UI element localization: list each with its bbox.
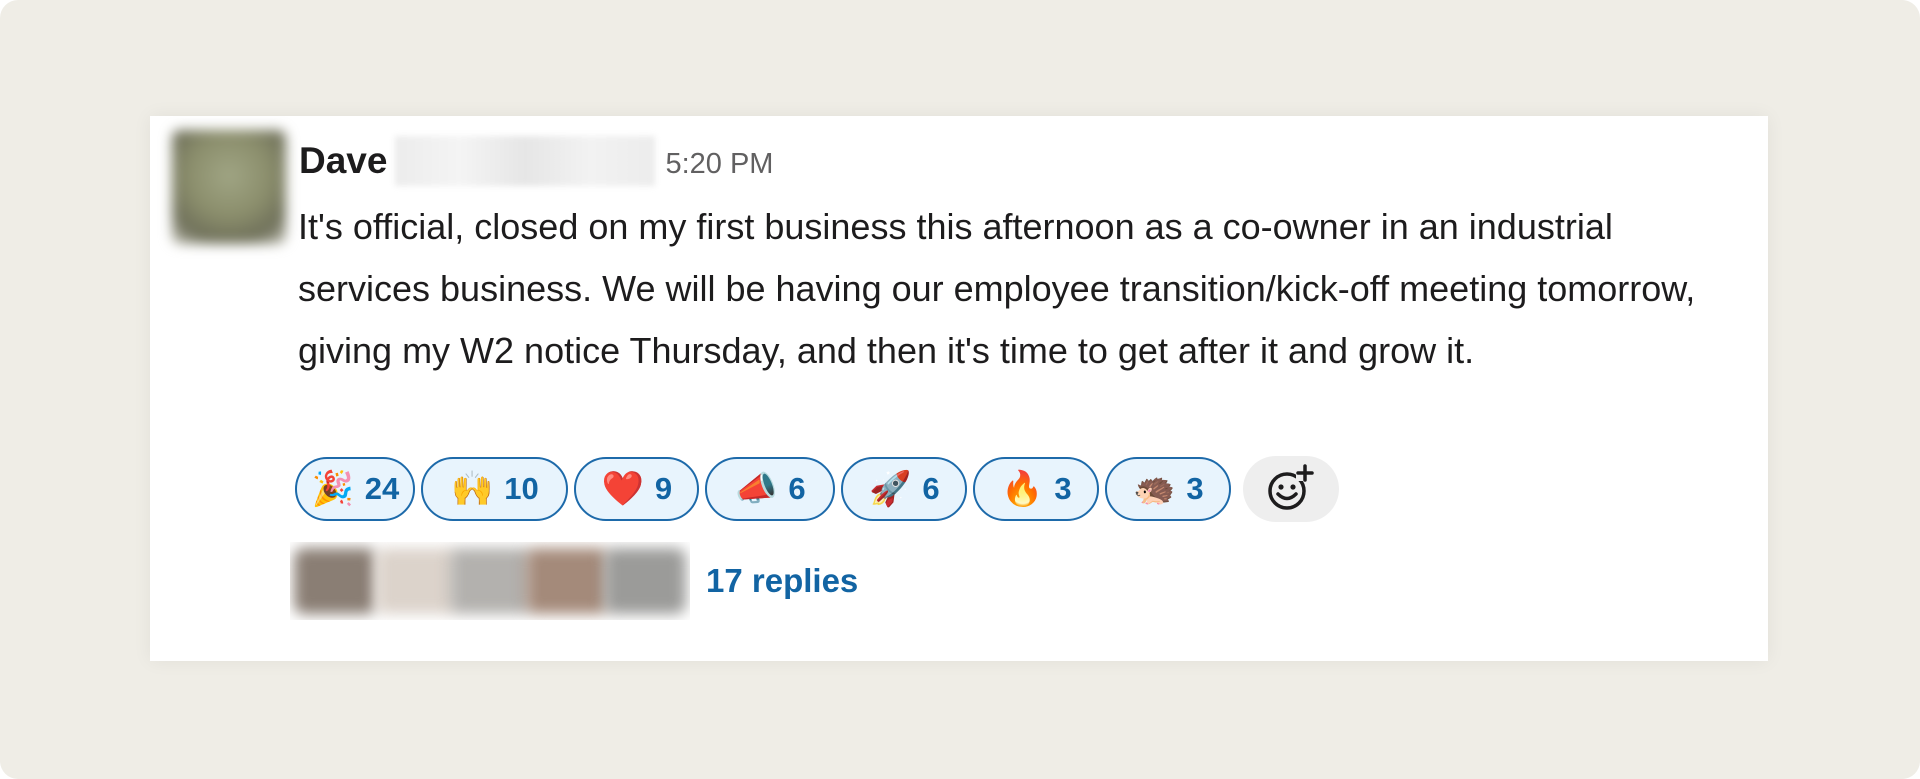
message-card: Dave 5:20 PM It's official, closed on my… bbox=[150, 116, 1768, 661]
thread-replies-link[interactable]: 17 replies bbox=[706, 562, 858, 600]
message-timestamp[interactable]: 5:20 PM bbox=[665, 148, 773, 181]
reaction-heart[interactable]: ❤️ 9 bbox=[574, 457, 699, 521]
reaction-party-popper[interactable]: 🎉 24 bbox=[295, 457, 415, 521]
reaction-count: 6 bbox=[788, 471, 806, 506]
reaction-high-five[interactable]: 🙌 10 bbox=[421, 457, 568, 521]
reaction-fire[interactable]: 🔥 3 bbox=[973, 457, 1099, 521]
reaction-count: 24 bbox=[364, 471, 400, 506]
rocket-icon: 🚀 bbox=[869, 469, 912, 509]
reply-avatar bbox=[450, 548, 532, 614]
high-five-icon: 🙌 bbox=[451, 469, 494, 509]
reply-avatars[interactable] bbox=[290, 542, 690, 620]
redacted-surname bbox=[395, 136, 656, 186]
megaphone-icon: 📣 bbox=[735, 469, 778, 509]
sonic-icon: 🦔 bbox=[1133, 469, 1176, 509]
reaction-bar: 🎉 24 🙌 10 ❤️ 9 📣 6 🚀 6 🔥 3 🦔 3 bbox=[295, 454, 1339, 524]
heart-icon: ❤️ bbox=[601, 469, 645, 509]
add-emoji-icon bbox=[1268, 464, 1314, 510]
reply-avatar bbox=[526, 548, 608, 614]
reaction-megaphone[interactable]: 📣 6 bbox=[705, 457, 835, 521]
party-popper-icon: 🎉 bbox=[311, 469, 354, 509]
reaction-count: 9 bbox=[654, 471, 673, 506]
add-reaction-button[interactable] bbox=[1243, 456, 1339, 522]
reply-avatar bbox=[604, 548, 686, 614]
message-header: Dave 5:20 PM bbox=[299, 134, 773, 188]
thread-summary: 17 replies bbox=[290, 541, 858, 621]
reaction-count: 3 bbox=[1186, 471, 1204, 506]
page-background: Dave 5:20 PM It's official, closed on my… bbox=[0, 0, 1920, 779]
reaction-rocket[interactable]: 🚀 6 bbox=[841, 457, 967, 521]
reaction-sonic[interactable]: 🦔 3 bbox=[1105, 457, 1231, 521]
author-name[interactable]: Dave bbox=[299, 140, 387, 182]
reply-avatar bbox=[294, 548, 376, 614]
reply-avatar bbox=[376, 548, 458, 614]
author-avatar[interactable] bbox=[172, 130, 286, 244]
message-text: It's official, closed on my first busine… bbox=[298, 206, 1696, 371]
reaction-count: 3 bbox=[1054, 471, 1072, 506]
reaction-count: 10 bbox=[504, 471, 539, 506]
reaction-count: 6 bbox=[922, 471, 940, 506]
fire-icon: 🔥 bbox=[1001, 469, 1044, 509]
